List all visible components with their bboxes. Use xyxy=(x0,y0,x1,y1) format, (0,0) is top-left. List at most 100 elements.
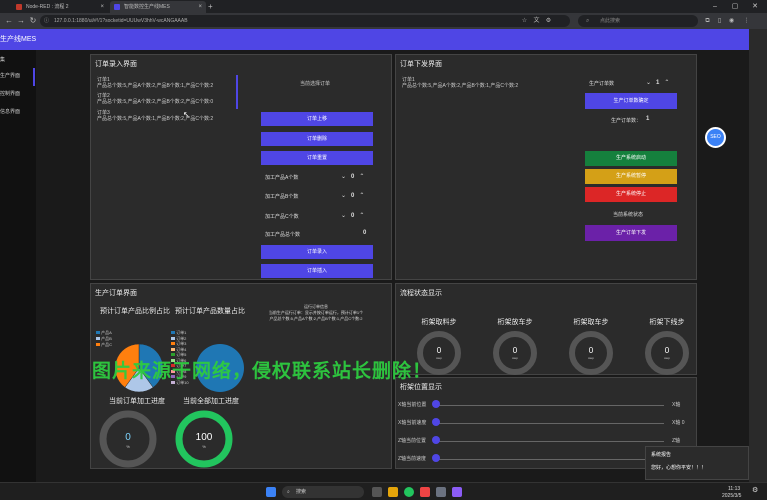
tab-node-red[interactable]: Node-RED : 流程 2 × xyxy=(12,1,108,13)
extension-icon[interactable]: ⚙ xyxy=(544,16,553,26)
close-icon[interactable]: × xyxy=(100,1,104,13)
legend-item: 产品C xyxy=(96,342,112,348)
reload-icon[interactable]: ↻ xyxy=(27,15,39,27)
bar-title: 预计订单产品数量占比 xyxy=(175,308,245,315)
gauge1-value: 0 xyxy=(125,432,131,443)
info-icon: ⓘ xyxy=(44,18,50,24)
taskbar-search[interactable]: ⌕ 搜索 xyxy=(282,486,364,498)
stepper-value: 0 xyxy=(351,174,355,180)
stepper-b-label: 加工产品B个数 xyxy=(265,194,299,200)
order-list-item[interactable]: 订单3 产品总个数:5,产品A个数:1,产品B个数:2,产品C个数:2 xyxy=(97,110,213,122)
info-line: 产品总个数:5,产品A个数:2,产品B个数:1,产品C个数:2 xyxy=(269,316,363,321)
maximize-icon[interactable]: ▢ xyxy=(725,0,745,13)
flow-gauge-value: 0 xyxy=(512,346,518,355)
order-dispatch-panel: 订单下发界面 订单1 产品总个数:5,产品A个数:2,产品B个数:1,产品C个数… xyxy=(395,54,697,280)
order-entry-button[interactable]: 订单录入 xyxy=(261,245,373,259)
minimize-icon[interactable]: – xyxy=(705,0,725,13)
list-scrollbar[interactable] xyxy=(236,75,238,109)
url-input[interactable]: ⓘ 127.0.0.1:1880/ui/#!/1?socketid=UUUwV3… xyxy=(40,15,570,27)
legend-swatch xyxy=(171,331,175,334)
truss-row-value: X轴 xyxy=(672,402,681,408)
split-icon[interactable]: ▯ xyxy=(715,16,724,26)
profile-icon[interactable]: ◉ xyxy=(727,16,736,26)
back-icon[interactable]: ← xyxy=(3,15,15,27)
mes-icon xyxy=(114,4,120,10)
truss-row-value: Z轴 xyxy=(672,438,681,444)
tab-mes[interactable]: 智能数控生产线MES × xyxy=(110,1,206,13)
close-window-icon[interactable]: ✕ xyxy=(745,0,765,13)
system-status-text: 当前系统状态 xyxy=(613,212,644,218)
flow-gauge-value: 0 xyxy=(588,346,594,355)
sidebar-item-control[interactable]: 控制界面 xyxy=(0,88,36,100)
order-detail: 产品总个数:5,产品A个数:2,产品B个数:1,产品C个数:2 xyxy=(97,83,214,89)
sidebar-item-collect[interactable]: 集 xyxy=(0,54,36,66)
app-icon[interactable] xyxy=(452,487,462,497)
order-reset-button[interactable]: 订单重置 xyxy=(261,151,373,165)
dispatch-order-button[interactable]: 生产订单下发 xyxy=(585,225,677,241)
app-header: 生产线MES xyxy=(0,29,749,50)
truss-row-label: Z轴当前速度 xyxy=(398,456,427,462)
chat-bubble-icon[interactable]: SEO xyxy=(705,127,726,148)
app-title: 生产线MES xyxy=(0,36,37,43)
truss-slider-track xyxy=(434,423,664,424)
scroll-gutter xyxy=(749,29,767,500)
stop-system-button[interactable]: 生产系统停止 xyxy=(585,187,677,202)
order-list-item[interactable]: 订单1 产品总个数:5,产品A个数:2,产品B个数:1,产品C个数:2 xyxy=(97,77,213,89)
search-input[interactable]: ⌕ 点此搜索 xyxy=(578,15,698,27)
notification-body: 您好，心想你平安！！！ xyxy=(651,465,707,471)
forward-icon[interactable]: → xyxy=(15,15,27,27)
order-up-button[interactable]: 订单上移 xyxy=(261,112,373,126)
flow-gauge-label: 桁架取料步 xyxy=(421,319,457,326)
new-tab-button[interactable]: + xyxy=(208,1,220,13)
panel-title: 流程状态显示 xyxy=(400,290,442,297)
system-notification[interactable]: 系统报告 您好，心想你平安！！！ xyxy=(645,446,749,480)
translate-icon[interactable]: 文 xyxy=(532,16,541,26)
truss-slider-track xyxy=(434,405,664,406)
confirm-count-button[interactable]: 生产订单数确定 xyxy=(585,93,677,109)
file-explorer-icon[interactable] xyxy=(388,487,398,497)
truss-slider-thumb[interactable] xyxy=(432,400,440,408)
sidebar-item-info[interactable]: 信息界面 xyxy=(0,106,36,118)
gauge2-unit: % xyxy=(202,444,206,449)
watermark-text: 图片来源于网络，侵权联系站长删除！ xyxy=(92,361,433,382)
legend-swatch xyxy=(171,342,175,345)
settings-icon[interactable] xyxy=(436,487,446,497)
browser-tab-bar: Node-RED : 流程 2 × 智能数控生产线MES × + – ▢ ✕ xyxy=(0,0,767,13)
start-system-button[interactable]: 生产系统启动 xyxy=(585,151,677,166)
stepper-b[interactable]: ⌄ 0 ⌃ xyxy=(341,192,364,199)
browser-icon[interactable] xyxy=(404,487,414,497)
stepper-c[interactable]: ⌄ 0 ⌃ xyxy=(341,212,364,219)
node-red-icon xyxy=(16,4,22,10)
node-red-taskbar-icon[interactable] xyxy=(420,487,430,497)
order-count-stepper[interactable]: ⌄ 1 ⌃ xyxy=(646,79,669,86)
windows-start-icon[interactable] xyxy=(266,487,276,497)
stepper-value: 0 xyxy=(351,213,355,219)
menu-icon[interactable]: ⋮ xyxy=(742,16,751,26)
dispatch-order-item[interactable]: 订单1 产品总个数:5,产品A个数:2,产品B个数:1,产品C个数:2 xyxy=(402,77,518,89)
notification-icon[interactable]: ⚙ xyxy=(752,487,758,494)
order-insert-button[interactable]: 订单插入 xyxy=(261,264,373,278)
gauge1-unit: % xyxy=(126,444,130,449)
order-count-label: 生产订单数 xyxy=(589,81,615,87)
flow-gauge-label: 桁架取车步 xyxy=(573,319,609,326)
truss-slider-thumb[interactable] xyxy=(432,436,440,444)
sidebar-item-production[interactable]: 生产界面 xyxy=(0,70,36,82)
legend-swatch xyxy=(171,336,175,340)
stepper-a[interactable]: ⌄ 0 ⌃ xyxy=(341,173,364,180)
selected-order-label: 当前选择订单 xyxy=(300,81,331,87)
mouse-cursor-icon: ↖ xyxy=(183,110,190,119)
order-list-item[interactable]: 订单2 产品总个数:5,产品A个数:2,产品B个数:2,产品C个数:0 xyxy=(97,93,213,105)
star-icon[interactable]: ☆ xyxy=(520,16,529,26)
truss-row-label: Z轴当前位置 xyxy=(398,438,427,444)
total-value: 0 xyxy=(363,230,367,236)
truss-slider-thumb[interactable] xyxy=(432,454,440,462)
close-icon[interactable]: × xyxy=(198,1,202,13)
order-delete-button[interactable]: 订单删除 xyxy=(261,132,373,146)
task-view-icon[interactable] xyxy=(372,487,382,497)
pause-system-button[interactable]: 生产系统暂停 xyxy=(585,169,677,184)
gauge1-title: 当前订单加工进度 xyxy=(109,398,165,405)
legend-swatch xyxy=(171,347,175,351)
legend-label: 订单3 xyxy=(176,341,187,346)
truss-slider-thumb[interactable] xyxy=(432,418,440,426)
copy-icon[interactable]: ⧉ xyxy=(703,16,712,26)
